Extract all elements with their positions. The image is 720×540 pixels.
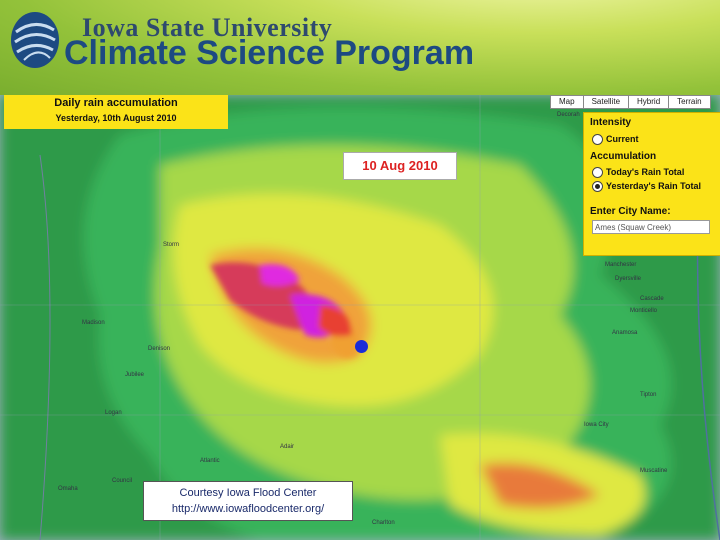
place-label: Jubilee: [125, 372, 145, 378]
isu-globe-logo-icon: [11, 12, 59, 68]
place-label: Manchester: [605, 262, 637, 268]
current-label: Current: [606, 134, 639, 144]
place-label: Council: [112, 478, 133, 484]
accumulation-heading: Accumulation: [590, 151, 657, 162]
map-title-box: Daily rain accumulation Yesterday, 10th …: [4, 95, 228, 129]
place-label: Decorah: [557, 112, 580, 118]
place-label: Logan: [105, 410, 122, 416]
today-total-label: Today's Rain Total: [606, 167, 685, 177]
place-label: Charlton: [372, 520, 395, 526]
place-label: Omaha: [58, 486, 78, 492]
current-radio[interactable]: [592, 134, 603, 145]
header-banner: Iowa State University Climate Science Pr…: [0, 0, 720, 95]
credit-box: Courtesy Iowa Flood Center http://www.io…: [143, 481, 353, 521]
map-type-terrain-button[interactable]: Terrain: [669, 96, 709, 108]
place-label: Muscatine: [640, 468, 668, 474]
intensity-heading: Intensity: [590, 117, 632, 128]
today-total-radio[interactable]: [592, 167, 603, 178]
place-label: Iowa City: [584, 422, 609, 428]
location-marker-icon[interactable]: [355, 340, 368, 353]
control-panel: Intensity Current Accumulation Today's R…: [583, 112, 720, 256]
place-label: Adair: [280, 444, 295, 450]
program-name: Climate Science Program: [64, 34, 475, 72]
place-label: Monticello: [630, 308, 658, 314]
place-label: Madison: [82, 320, 105, 326]
place-label: Denison: [148, 346, 171, 352]
place-label: Tipton: [640, 392, 657, 398]
map-type-selector: Map Satellite Hybrid Terrain: [550, 95, 711, 109]
place-label: Anamosa: [612, 330, 638, 336]
yesterday-total-radio[interactable]: [592, 181, 603, 192]
map-type-map-button[interactable]: Map: [551, 96, 584, 108]
map-title: Daily rain accumulation: [54, 97, 178, 109]
map-subtitle: Yesterday, 10th August 2010: [55, 113, 177, 123]
city-heading: Enter City Name:: [590, 206, 671, 217]
credit-url-link[interactable]: http://www.iowafloodcenter.org/: [144, 501, 352, 517]
place-label: Cascade: [640, 296, 664, 302]
place-label: Atlantic: [200, 458, 220, 464]
map-type-satellite-button[interactable]: Satellite: [584, 96, 630, 108]
date-label: 10 Aug 2010: [343, 152, 457, 180]
credit-line1: Courtesy Iowa Flood Center: [179, 487, 317, 499]
yesterday-total-label: Yesterday's Rain Total: [606, 181, 702, 191]
place-label: Storm: [163, 242, 180, 248]
map-type-hybrid-button[interactable]: Hybrid: [629, 96, 670, 108]
place-label: Dyersville: [615, 276, 642, 282]
city-input[interactable]: Ames (Squaw Creek): [592, 220, 710, 234]
